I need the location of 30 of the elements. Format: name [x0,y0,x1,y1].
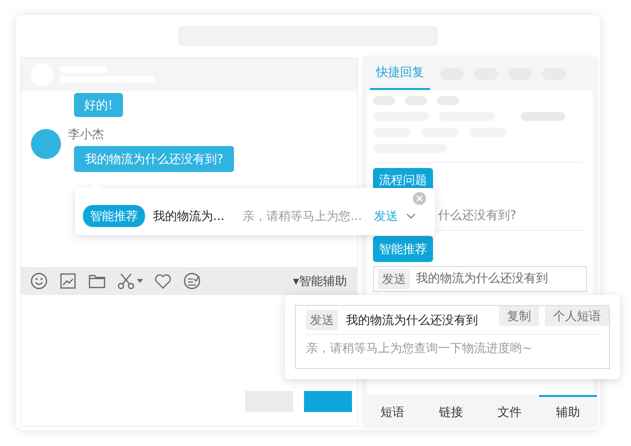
action-tag[interactable]: 复制 [499,306,539,326]
reply-answer: 亲，请稍等马上为您查询一下物流进度哟~ [306,340,534,357]
message-bubble: 好的! [74,93,123,117]
question-text: 什么还没有到? [438,207,518,224]
recommend-button[interactable]: 智能推荐 [373,236,433,262]
bottom-tab[interactable]: 辅助 [538,395,597,427]
reply-text: 我的物流为什么还没有到 [416,270,548,287]
scissors-icon[interactable] [117,272,143,290]
bottom-tab[interactable]: 链接 [422,395,480,427]
reply-row[interactable]: 发送 我的物流为什么还没有到 [373,266,587,292]
suggested-question: 我的物流为... [153,208,224,224]
bottom-tab[interactable]: 短语 [363,395,422,427]
message-bubble: 我的物流为什么还没有到? [74,146,234,172]
suggested-answer: 亲，请稍等马上为您... [242,208,362,224]
image-icon[interactable] [59,272,77,290]
checklist-icon[interactable] [183,272,201,290]
heart-icon[interactable] [154,272,172,290]
chevron-down-icon[interactable] [406,212,416,218]
assist-toggle[interactable]: ▾智能辅助 [292,272,347,290]
reply-question: 我的物流为什么还没有到 [346,312,478,329]
send-link[interactable]: 发送 [374,206,398,224]
smile-icon[interactable] [30,272,48,290]
avatar [31,129,61,159]
send-tag[interactable]: 发送 [378,269,410,289]
bottom-tab[interactable]: 文件 [480,395,538,427]
action-tag[interactable]: 个人短语 [545,306,609,326]
folder-icon[interactable] [88,272,106,290]
send-tag[interactable]: 发送 [306,310,338,330]
recommend-badge: 智能推荐 [83,204,145,226]
sender-name: 李小杰 [68,126,104,143]
